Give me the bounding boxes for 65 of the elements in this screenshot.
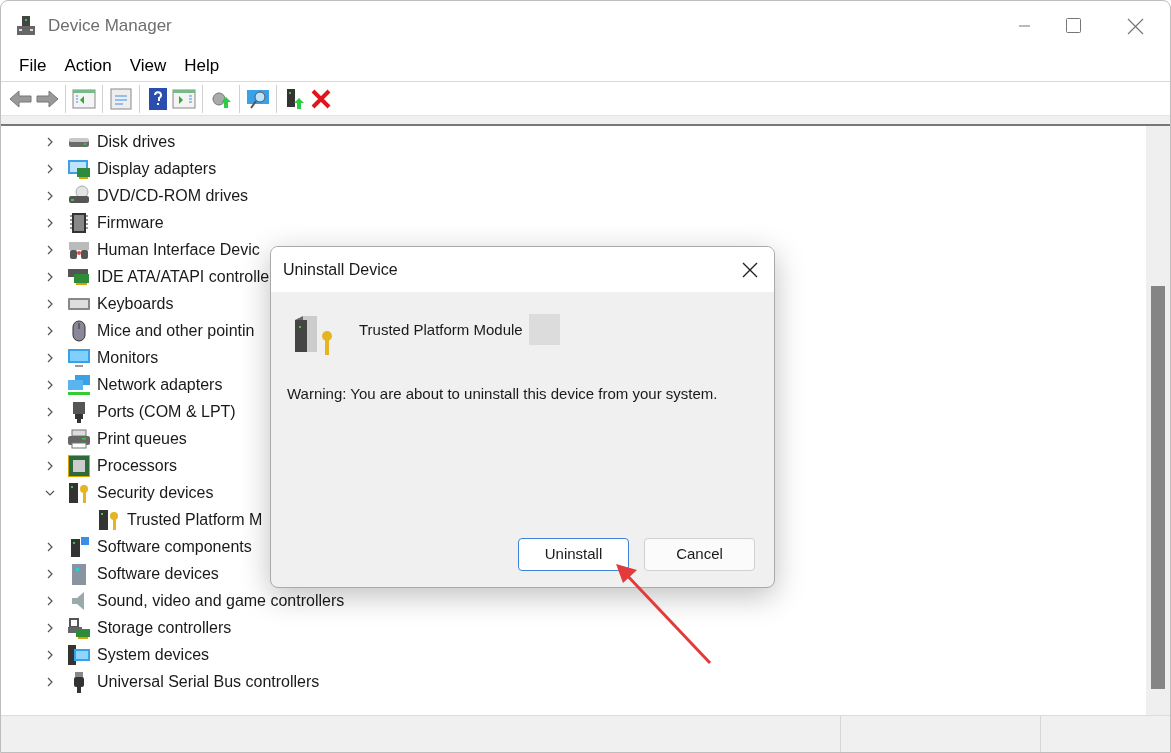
tree-item[interactable]: Firmware [97, 210, 164, 235]
tree-item[interactable]: Universal Serial Bus controllers [97, 669, 320, 694]
dialog-button[interactable]: Uninstall [518, 538, 629, 571]
chevron-right-icon[interactable] [45, 568, 55, 579]
tree-item[interactable]: Print queues [97, 426, 187, 451]
device-category-icon [67, 346, 91, 369]
chevron-right-icon[interactable] [45, 136, 55, 147]
menu-item[interactable]: View [120, 52, 176, 79]
menu-item[interactable]: Action [55, 52, 121, 79]
tree-item[interactable]: Keyboards [97, 291, 174, 316]
tree-item[interactable]: Monitors [97, 345, 159, 370]
chevron-right-icon[interactable] [45, 190, 55, 201]
tree-item[interactable]: Mice and other pointin [97, 318, 255, 343]
tree-item[interactable]: DVD/CD-ROM drives [97, 183, 249, 208]
device-key-icon [293, 314, 335, 358]
tree-item[interactable]: IDE ATA/ATAPI controlle [97, 264, 270, 289]
chevron-right-icon[interactable] [45, 649, 55, 660]
chevron-right-icon[interactable] [45, 622, 55, 633]
chevron-right-icon[interactable] [45, 163, 55, 174]
chevron-right-icon[interactable] [45, 676, 55, 687]
tree-item[interactable]: Trusted Platform M [127, 507, 263, 532]
tree-item[interactable]: Human Interface Devic [97, 237, 260, 262]
device-icon [97, 508, 121, 531]
chevron-right-icon[interactable] [45, 271, 55, 282]
chevron-right-icon[interactable] [45, 217, 55, 228]
device-category-icon [67, 454, 91, 477]
warning-text: Warning: You are about to uninstall this device from your system. [287, 384, 719, 404]
device-category-icon [67, 481, 91, 504]
menu-item[interactable]: Help [175, 52, 229, 79]
device-category-icon [67, 211, 91, 234]
tree-item[interactable]: System devices [97, 642, 210, 667]
scrollbar[interactable] [1146, 126, 1170, 715]
tree-item[interactable]: Security devices [97, 480, 214, 505]
tree-item[interactable]: Software devices [97, 561, 219, 586]
tree-item[interactable]: Network adapters [97, 372, 223, 397]
chevron-right-icon[interactable] [45, 433, 55, 444]
chevron-right-icon[interactable] [45, 244, 55, 255]
device-category-icon [67, 427, 91, 450]
chevron-right-icon[interactable] [45, 541, 55, 552]
tree-item[interactable]: Software components [97, 534, 252, 559]
menu-item[interactable]: File [10, 52, 56, 79]
device-manager-icon [16, 14, 36, 37]
device-category-icon [67, 373, 91, 396]
dialog-title: Uninstall Device [283, 259, 398, 280]
chevron-right-icon[interactable] [45, 460, 55, 471]
tree-item[interactable]: Disk drives [97, 129, 176, 154]
chevron-right-icon[interactable] [45, 352, 55, 363]
device-category-icon [67, 616, 91, 639]
close-icon[interactable] [741, 260, 759, 279]
tree-item[interactable]: Display adapters [97, 156, 217, 181]
tree-item[interactable]: Storage controllers [97, 615, 232, 640]
window-title: Device Manager [48, 14, 172, 37]
tree-item[interactable]: Ports (COM & LPT) [97, 399, 236, 424]
chevron-right-icon[interactable] [45, 406, 55, 417]
device-category-icon [67, 157, 91, 180]
chevron-right-icon[interactable] [45, 379, 55, 390]
chevron-right-icon[interactable] [45, 298, 55, 309]
chevron-right-icon[interactable] [45, 325, 55, 336]
tree-item[interactable]: Sound, video and game controllers [97, 588, 345, 613]
tree-item[interactable]: Processors [97, 453, 178, 478]
scrollbar-thumb[interactable] [1151, 286, 1165, 689]
chevron-right-icon[interactable] [45, 595, 55, 606]
device-category-icon [67, 643, 91, 666]
dialog-button[interactable]: Cancel [644, 538, 755, 571]
device-name: Trusted Platform Module [359, 320, 523, 340]
